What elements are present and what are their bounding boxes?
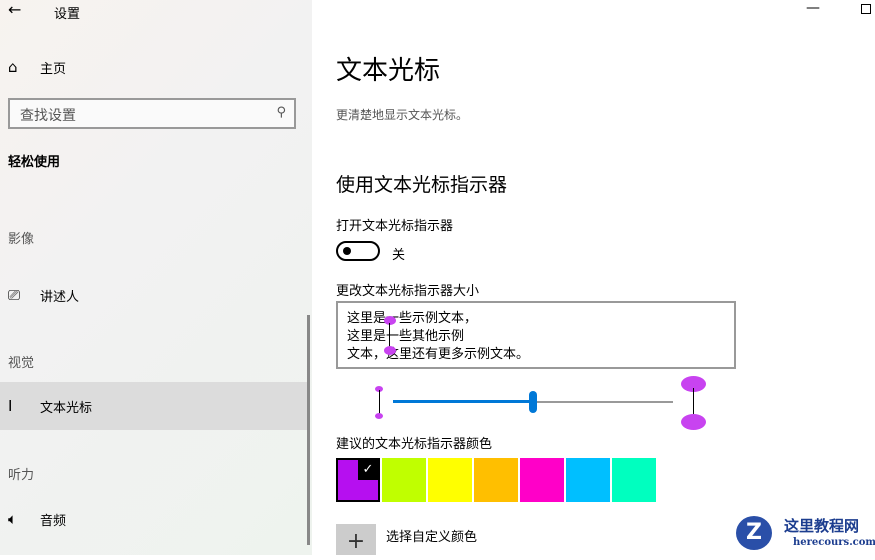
back-button[interactable]: ← [8, 0, 21, 19]
color-swatch[interactable] [428, 458, 472, 502]
speaker-icon: 🔈︎ [8, 510, 18, 528]
category-heading: 轻松使用 [8, 155, 61, 170]
narrator-icon: ⎚ [8, 286, 21, 304]
minimize-button[interactable]: — [806, 0, 820, 16]
group-visual: 视觉 [8, 356, 35, 371]
audio-label: 音频 [40, 513, 67, 529]
home-icon: ⌂ [8, 58, 18, 76]
sidebar-item-text-cursor[interactable]: I 文本光标 [0, 382, 310, 430]
search-icon: ⚲ [276, 105, 286, 120]
preview-line: 这里是一些示例文本， [347, 311, 478, 326]
cursor-indicator-top [384, 316, 396, 325]
search-input[interactable]: 查找设置 ⚲ [8, 98, 296, 129]
size-slider-thumb[interactable] [529, 391, 537, 413]
section-heading: 使用文本光标指示器 [336, 174, 508, 196]
home-label: 主页 [40, 61, 67, 77]
add-custom-color-button[interactable]: + [336, 524, 376, 555]
sidebar-item-home[interactable]: ⌂ 主页 [0, 43, 310, 91]
toggle-state: 关 [392, 248, 406, 263]
sidebar-item-narrator[interactable]: ⎚ 讲述人 [0, 271, 310, 319]
toggle-label: 打开文本光标指示器 [336, 219, 454, 234]
watermark-name: 这里教程网 [784, 517, 860, 535]
sidebar: ← 设置 ⌂ 主页 查找设置 ⚲ 轻松使用 影像 ⎚ 讲述人 视觉 I 文本光标 听力 … [0, 0, 312, 555]
size-slider-track[interactable] [393, 391, 673, 413]
check-icon: ✓ [358, 460, 378, 480]
color-swatch[interactable] [382, 458, 426, 502]
color-swatch[interactable] [520, 458, 564, 502]
preview-line: 这里是一些其他示例 [347, 329, 465, 344]
colors-label: 建议的文本光标指示器颜色 [336, 437, 493, 452]
scrollbar[interactable] [307, 315, 310, 545]
cursor-indicator-bottom [384, 346, 396, 355]
search-placeholder: 查找设置 [20, 108, 76, 124]
preview-box: 这里是一些示例文本， 这里是一些其他示例 文本，这里还有更多示例文本。 [336, 301, 736, 369]
size-slider-fill [393, 400, 533, 403]
custom-color-label[interactable]: 选择自定义颜色 [386, 526, 477, 545]
group-vision: 影像 [8, 232, 35, 247]
indicator-toggle[interactable] [336, 241, 380, 261]
narrator-label: 讲述人 [40, 289, 80, 305]
size-label: 更改文本光标指示器大小 [336, 284, 480, 299]
color-swatch[interactable] [474, 458, 518, 502]
group-hearing: 听力 [8, 468, 35, 483]
color-swatch[interactable]: ✓ [336, 458, 380, 502]
sidebar-item-audio[interactable]: 🔈︎ 音频 [0, 495, 310, 543]
text-cursor-icon: I [8, 397, 13, 415]
color-swatch[interactable] [566, 458, 610, 502]
window-title: 设置 [54, 7, 81, 22]
watermark-url: herecours.com [793, 537, 875, 548]
text-cursor-label: 文本光标 [40, 400, 93, 416]
color-swatch[interactable] [612, 458, 656, 502]
maximize-button[interactable] [861, 4, 871, 14]
page-subtitle: 更清楚地显示文本光标。 [336, 108, 469, 122]
page-title: 文本光标 [336, 56, 441, 86]
preview-line: 文本，这里还有更多示例文本。 [347, 347, 530, 362]
watermark-logo: Z [730, 514, 776, 552]
